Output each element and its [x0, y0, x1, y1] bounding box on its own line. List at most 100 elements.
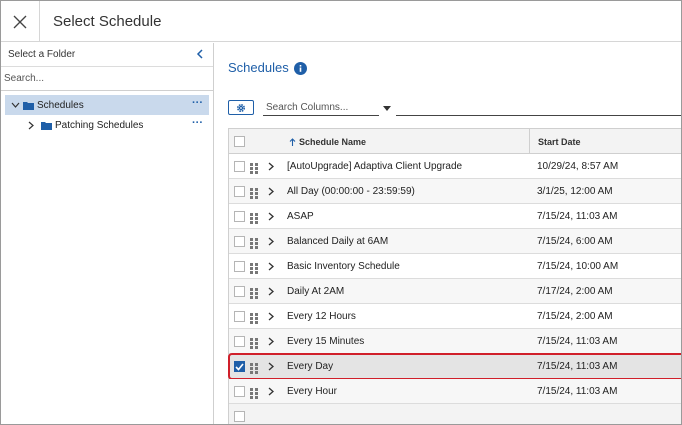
close-button[interactable]: [1, 1, 40, 42]
start-date-cell: 7/15/24, 2:00 AM: [537, 311, 613, 322]
folder-more-button[interactable]: ···: [192, 97, 203, 109]
drag-handle-icon[interactable]: [250, 261, 258, 274]
table-row[interactable]: [229, 404, 681, 424]
folder-tree-item-patching-schedules[interactable]: Patching Schedules ···: [5, 115, 209, 135]
folder-more-button[interactable]: ···: [192, 117, 203, 129]
chevron-right-icon[interactable]: [266, 261, 275, 272]
start-date-cell: 7/15/24, 11:03 AM: [537, 361, 618, 372]
drag-handle-icon[interactable]: [250, 286, 258, 299]
chevron-right-icon[interactable]: [266, 311, 275, 322]
drag-handle-icon[interactable]: [250, 161, 258, 174]
folder-icon: [23, 101, 34, 110]
close-icon: [13, 15, 27, 28]
schedule-name-cell: All Day (00:00:00 - 23:59:59): [287, 186, 415, 197]
chevron-right-icon[interactable]: [266, 186, 275, 197]
folder-label: Patching Schedules: [55, 119, 144, 131]
schedule-name-cell: Every 15 Minutes: [287, 336, 365, 347]
row-checkbox[interactable]: [234, 286, 245, 297]
folder-search-input[interactable]: [1, 67, 213, 91]
drag-handle-icon[interactable]: [250, 311, 258, 324]
row-checkbox[interactable]: [234, 311, 245, 322]
table-row[interactable]: Every Day 7/15/24, 11:03 AM: [228, 353, 681, 380]
grid-header: Schedule Name Start Date: [229, 129, 681, 154]
start-date-cell: 7/15/24, 11:03 AM: [537, 336, 618, 347]
schedule-name-cell: Daily At 2AM: [287, 286, 345, 297]
filter-underline: [396, 115, 681, 116]
row-checkbox[interactable]: [234, 336, 245, 347]
table-row[interactable]: Every 15 Minutes 7/15/24, 11:03 AM: [229, 329, 681, 354]
chevron-right-icon[interactable]: [266, 211, 275, 222]
caret-down-icon: [383, 105, 391, 111]
chevron-down-icon[interactable]: [9, 99, 21, 111]
row-checkbox[interactable]: [234, 261, 245, 272]
start-date-cell: 7/15/24, 10:00 AM: [537, 261, 619, 272]
schedules-grid: Schedule Name Start Date [AutoUpgrade] A…: [228, 128, 681, 424]
start-date-cell: 7/15/24, 11:03 AM: [537, 386, 618, 397]
column-search-input[interactable]: [263, 100, 379, 116]
folder-panel: Select a Folder Schedules ···: [1, 43, 214, 424]
info-icon[interactable]: [294, 62, 307, 75]
row-checkbox[interactable]: [234, 386, 245, 397]
column-separator[interactable]: [529, 129, 530, 154]
collapse-panel-button[interactable]: [193, 47, 207, 61]
schedules-title: Schedules: [228, 60, 289, 75]
row-checkbox[interactable]: [234, 411, 245, 422]
drag-handle-icon[interactable]: [250, 336, 258, 349]
table-row[interactable]: ASAP 7/15/24, 11:03 AM: [229, 204, 681, 229]
drag-handle-icon[interactable]: [250, 211, 258, 224]
schedules-panel: Schedules Search Columns... Schedule Nam…: [215, 43, 681, 424]
sort-ascending-icon: [289, 138, 296, 146]
chevron-right-icon[interactable]: [266, 361, 275, 372]
chevron-right-icon[interactable]: [266, 286, 275, 297]
schedule-name-cell: Balanced Daily at 6AM: [287, 236, 389, 247]
table-row[interactable]: Balanced Daily at 6AM 7/15/24, 6:00 AM: [229, 229, 681, 254]
select-all-checkbox[interactable]: [234, 136, 245, 147]
start-date-cell: 3/1/25, 12:00 AM: [537, 186, 613, 197]
row-checkbox[interactable]: [234, 161, 245, 172]
folder-label: Schedules: [37, 99, 84, 111]
row-checkbox[interactable]: [234, 236, 245, 247]
drag-handle-icon[interactable]: [250, 386, 258, 399]
drag-handle-icon[interactable]: [250, 186, 258, 199]
folder-panel-header: Select a Folder: [1, 43, 213, 67]
table-row[interactable]: All Day (00:00:00 - 23:59:59) 3/1/25, 12:…: [229, 179, 681, 204]
schedule-name-cell: [AutoUpgrade] Adaptiva Client Upgrade: [287, 161, 463, 172]
schedule-name-cell: ASAP: [287, 211, 314, 222]
start-date-cell: 7/15/24, 11:03 AM: [537, 211, 618, 222]
column-search-dropdown[interactable]: [381, 101, 393, 115]
chevron-right-icon[interactable]: [266, 336, 275, 347]
column-header-start-date[interactable]: Start Date: [538, 137, 581, 147]
drag-handle-icon[interactable]: [250, 361, 258, 374]
chevron-left-icon: [196, 49, 203, 59]
column-header-label: Schedule Name: [299, 137, 367, 147]
table-row[interactable]: [AutoUpgrade] Adaptiva Client Upgrade 10/…: [229, 154, 681, 179]
table-row[interactable]: Basic Inventory Schedule 7/15/24, 10:00 A…: [229, 254, 681, 279]
start-date-cell: 10/29/24, 8:57 AM: [537, 161, 619, 172]
folder-tree-item-schedules[interactable]: Schedules ···: [5, 95, 209, 115]
table-row[interactable]: Daily At 2AM 7/17/24, 2:00 AM: [229, 279, 681, 304]
table-row[interactable]: Every 12 Hours 7/15/24, 2:00 AM: [229, 304, 681, 329]
schedule-name-cell: Basic Inventory Schedule: [287, 261, 400, 272]
checkmark-icon: [235, 362, 244, 371]
folder-panel-title: Select a Folder: [8, 49, 76, 60]
column-settings-button[interactable]: [228, 100, 254, 115]
dialog-header: Select Schedule: [1, 1, 681, 42]
row-checkbox[interactable]: [234, 211, 245, 222]
chevron-right-icon[interactable]: [266, 386, 275, 397]
dialog-title: Select Schedule: [53, 13, 162, 30]
row-checkbox[interactable]: [234, 186, 245, 197]
chevron-right-icon[interactable]: [25, 119, 37, 131]
schedule-name-cell: Every 12 Hours: [287, 311, 356, 322]
row-checkbox[interactable]: [234, 361, 245, 372]
chevron-right-icon[interactable]: [266, 236, 275, 247]
schedule-name-cell: Every Hour: [287, 386, 338, 397]
drag-handle-icon[interactable]: [250, 236, 258, 249]
start-date-cell: 7/17/24, 2:00 AM: [537, 286, 613, 297]
chevron-right-icon[interactable]: [266, 161, 275, 172]
folder-icon: [41, 121, 52, 130]
table-row[interactable]: Every Hour 7/15/24, 11:03 AM: [229, 379, 681, 404]
gear-icon: [236, 103, 246, 112]
schedule-name-cell: Every Day: [287, 361, 334, 372]
start-date-cell: 7/15/24, 6:00 AM: [537, 236, 613, 247]
column-header-schedule-name[interactable]: Schedule Name: [289, 137, 366, 147]
